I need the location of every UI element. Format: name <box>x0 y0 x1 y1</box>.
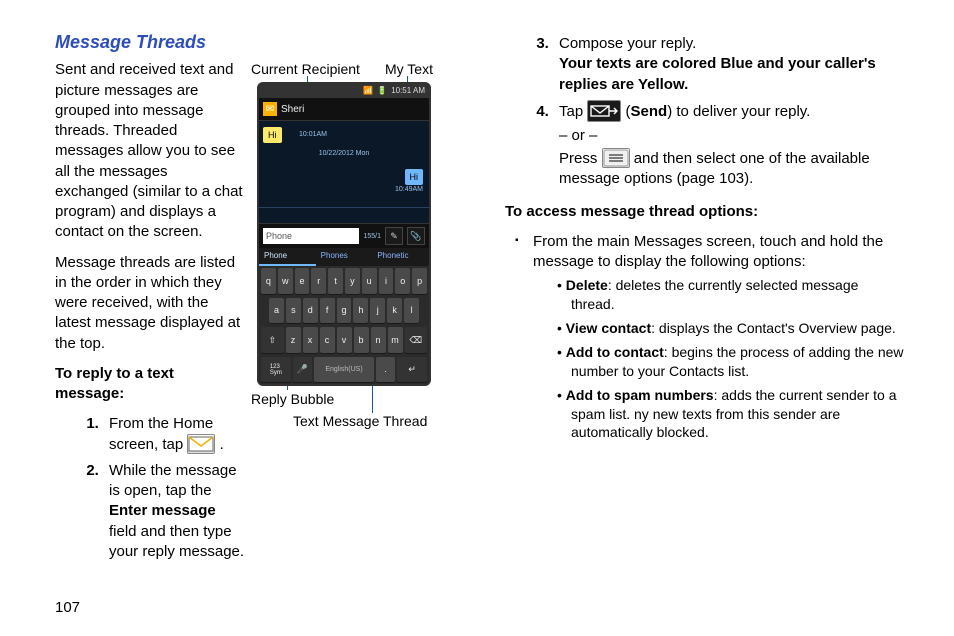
message-thread: Hi 10:01AM 10/22/2012 Mon Hi 10:49AM <box>259 121 429 223</box>
suggestion-tabs: Phone Phones Phonetic <box>259 248 429 266</box>
step-1: From the Home screen, tap . <box>103 414 245 455</box>
key: u <box>362 268 377 294</box>
key: z <box>286 327 301 353</box>
key: o <box>395 268 410 294</box>
callout-reply-bubble: Reply Bubble <box>251 390 334 409</box>
key-mic: 🎤 <box>293 357 313 383</box>
key: q <box>261 268 276 294</box>
right-column: Compose your reply. Your texts are color… <box>505 30 905 568</box>
tab-2: Phones <box>316 248 373 266</box>
timestamp-2: 10:49AM <box>395 185 423 194</box>
intro-p2: Message threads are listed in the order … <box>55 253 245 354</box>
bubble-outgoing: Hi <box>405 169 424 185</box>
timestamp-1: 10:01AM <box>299 130 327 139</box>
key-sym: 123 Sym <box>261 357 291 383</box>
keyboard: q w e r t y u i o p <box>259 266 429 384</box>
option-intro: From the main Messages screen, touch and… <box>533 232 905 443</box>
key: c <box>320 327 335 353</box>
phone-figure: Current Recipient My Text Reply Bubble T… <box>257 60 467 568</box>
key-backspace: ⌫ <box>405 327 428 353</box>
tab-3: Phonetic <box>372 248 429 266</box>
key-space: English(US) <box>314 357 373 383</box>
key: n <box>371 327 386 353</box>
tab-1: Phone <box>259 248 316 266</box>
key: w <box>278 268 293 294</box>
key: k <box>387 298 402 324</box>
messaging-icon <box>187 434 215 454</box>
reply-heading: To reply to a text message: <box>55 364 245 405</box>
key: f <box>320 298 335 324</box>
key: x <box>303 327 318 353</box>
recipient-row: ✉ Sheri <box>259 98 429 121</box>
key: e <box>295 268 310 294</box>
access-heading: To access message thread options: <box>505 202 905 222</box>
manual-page: Message Threads Sent and received text a… <box>0 0 954 636</box>
bullet-add-to-spam: Add to spam numbers: adds the current se… <box>557 386 905 443</box>
intro-text: Sent and received text and picture messa… <box>55 60 245 568</box>
key: p <box>412 268 427 294</box>
handwriting-icon: ✎ <box>385 227 403 245</box>
key: a <box>269 298 284 324</box>
attach-icon: 📎 <box>407 227 425 245</box>
key-enter: ↵ <box>397 357 427 383</box>
menu-key-icon <box>602 148 630 168</box>
key: t <box>328 268 343 294</box>
intro-p1: Sent and received text and picture messa… <box>55 60 245 242</box>
enter-message-field: Phone <box>263 228 359 244</box>
bullet-add-to-contact: Add to contact: begins the process of ad… <box>557 343 905 381</box>
key-dot: . <box>376 357 396 383</box>
page-number: 107 <box>55 598 80 618</box>
bubble-incoming: Hi <box>263 127 282 143</box>
key: l <box>404 298 419 324</box>
callout-current-recipient: Current Recipient <box>251 60 360 79</box>
bullet-view-contact: View contact: displays the Contact's Ove… <box>557 319 905 338</box>
status-time: 10:51 AM <box>391 86 425 97</box>
key: b <box>354 327 369 353</box>
key: d <box>303 298 318 324</box>
section-title: Message Threads <box>55 30 475 54</box>
compose-row: Phone 155/1 ✎ 📎 <box>259 223 429 248</box>
step-2: While the message is open, tap the Enter… <box>103 461 245 562</box>
key-shift: ⇧ <box>261 327 284 353</box>
phone-mockup: 📶 🔋 10:51 AM ✉ Sheri Hi 10:01AM 10/22/20… <box>257 82 431 386</box>
key: h <box>353 298 368 324</box>
key: j <box>370 298 385 324</box>
callout-my-text: My Text <box>385 60 433 79</box>
send-icon <box>587 100 621 122</box>
key: m <box>388 327 403 353</box>
char-counter: 155/1 <box>363 232 381 241</box>
status-bar: 📶 🔋 10:51 AM <box>259 84 429 98</box>
step-3: Compose your reply. Your texts are color… <box>553 34 905 95</box>
wifi-icon: 📶 <box>363 86 373 97</box>
key: v <box>337 327 352 353</box>
key: s <box>286 298 301 324</box>
or-divider: – or – <box>559 126 905 146</box>
recipient-name: Sheri <box>281 103 304 117</box>
key: r <box>311 268 326 294</box>
key: g <box>337 298 352 324</box>
bullet-delete: Delete: deletes the currently selected m… <box>557 276 905 314</box>
key: y <box>345 268 360 294</box>
callout-thread: Text Message Thread <box>293 412 427 431</box>
step-4: Tap (Send) to deliver your reply. – or –… <box>553 101 905 190</box>
key: i <box>379 268 394 294</box>
battery-icon: 🔋 <box>377 86 387 97</box>
left-column: Message Threads Sent and received text a… <box>55 30 475 568</box>
date-divider: 10/22/2012 Mon <box>319 149 370 158</box>
back-envelope-icon: ✉ <box>263 102 277 116</box>
